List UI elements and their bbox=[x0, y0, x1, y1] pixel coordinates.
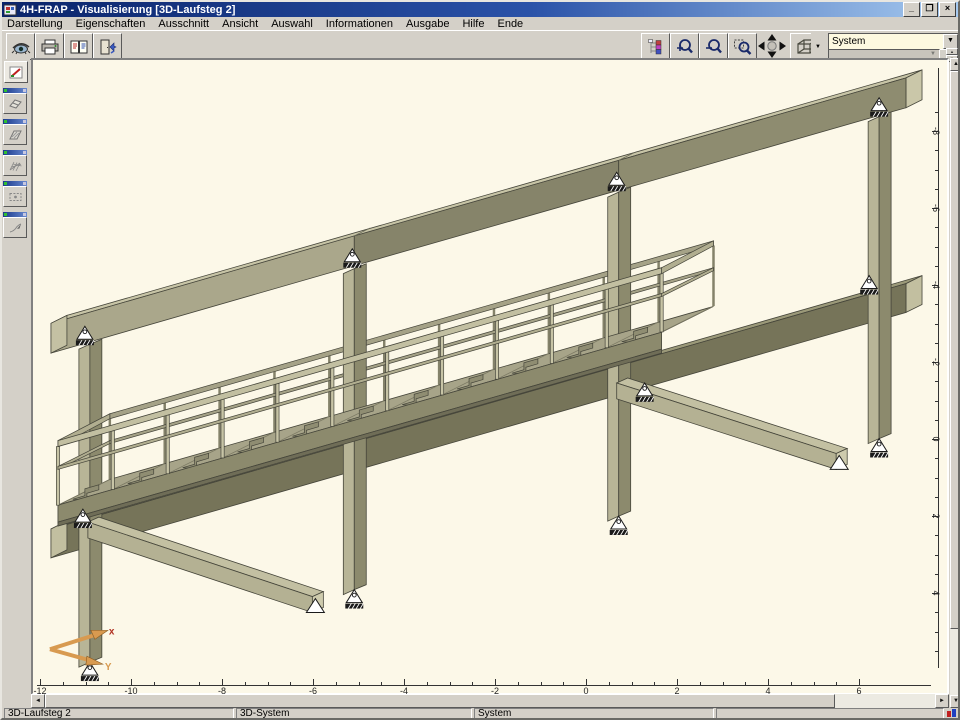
app-icon bbox=[4, 4, 17, 16]
scroll-down-icon[interactable]: ▼ bbox=[950, 695, 960, 708]
panel-caption[interactable] bbox=[3, 181, 27, 186]
sheet-tool-button[interactable] bbox=[3, 93, 27, 114]
menu-bar: Darstellung Eigenschaften Ausschnitt Ans… bbox=[2, 17, 958, 30]
menu-item-ausgabe[interactable]: Ausgabe bbox=[406, 18, 449, 30]
plate-tool-button[interactable] bbox=[3, 124, 27, 145]
toolbar: ▼ System ▼ ▼ ▲ ▼ bbox=[2, 30, 958, 60]
axis-y-label: Y bbox=[105, 662, 112, 673]
book-pages-icon bbox=[69, 39, 89, 55]
sheet-icon bbox=[8, 98, 23, 110]
menu-item-hilfe[interactable]: Hilfe bbox=[462, 18, 484, 30]
title-bar[interactable]: 4H-FRAP - Visualisierung [3D-Laufsteg 2]… bbox=[2, 2, 958, 17]
ruler-right-label: -2 bbox=[931, 358, 941, 366]
ruler-right: -8 -6 -4 -2 0 2 4 bbox=[926, 60, 948, 677]
mesh-icon bbox=[8, 160, 23, 172]
pan-control[interactable] bbox=[756, 33, 788, 58]
edit-pencil-icon bbox=[9, 66, 23, 79]
zoom-window-button[interactable] bbox=[728, 33, 757, 60]
scroll-left-icon[interactable]: ◄ bbox=[31, 694, 45, 708]
close-button[interactable]: × bbox=[939, 2, 956, 17]
tool-sidebar bbox=[2, 59, 30, 704]
minimize-button[interactable]: _ bbox=[903, 2, 920, 17]
panel-caption[interactable] bbox=[3, 212, 27, 217]
panel-caption[interactable] bbox=[3, 119, 27, 124]
mesh-tool-button[interactable] bbox=[3, 155, 27, 176]
ruler-right-label: -8 bbox=[931, 127, 941, 135]
panel-caption[interactable] bbox=[3, 88, 27, 93]
scroll-up-icon[interactable]: ▲ bbox=[950, 58, 960, 71]
menu-item-ansicht[interactable]: Ansicht bbox=[222, 18, 258, 30]
status-field-extra bbox=[716, 708, 944, 719]
status-bar: 3D-Laufsteg 2 3D-System System bbox=[2, 708, 958, 720]
viewport-canvas[interactable]: xY -12-10-8-6-4-20246 -8-6-4-2024 bbox=[31, 58, 949, 695]
spline-tool-button[interactable] bbox=[3, 217, 27, 238]
ruler-right-label: 0 bbox=[931, 436, 941, 441]
brace-right[interactable] bbox=[617, 378, 847, 469]
section-icon bbox=[8, 191, 23, 203]
scroll-right-icon[interactable]: ► bbox=[935, 694, 949, 708]
zoom-out-button[interactable] bbox=[699, 33, 728, 60]
vertical-scroll-thumb[interactable] bbox=[950, 71, 960, 629]
ruler-right-label: -4 bbox=[931, 281, 941, 289]
zoom-window-icon bbox=[733, 38, 752, 56]
display-options-button[interactable] bbox=[641, 33, 670, 60]
status-field-project: 3D-Laufsteg 2 bbox=[4, 708, 234, 719]
zoom-out-icon bbox=[704, 38, 723, 56]
status-field-view: System bbox=[474, 708, 714, 719]
menu-item-ausschnitt[interactable]: Ausschnitt bbox=[158, 18, 209, 30]
axis-x-label: x bbox=[109, 626, 115, 637]
column-4[interactable] bbox=[868, 112, 891, 444]
horizontal-scrollbar[interactable]: ◄ ► bbox=[31, 694, 949, 708]
ruler-right-label: 2 bbox=[931, 513, 941, 518]
app-indicator-icon bbox=[947, 709, 956, 718]
exit-button[interactable] bbox=[93, 33, 122, 60]
maximize-button[interactable]: ❒ bbox=[921, 2, 938, 17]
spin-up-icon: ▲ bbox=[946, 48, 958, 55]
ruler-right-label: 4 bbox=[931, 590, 941, 595]
menu-item-auswahl[interactable]: Auswahl bbox=[271, 18, 313, 30]
view-3d-dropdown[interactable]: ▼ bbox=[811, 33, 825, 60]
window-title: 4H-FRAP - Visualisierung [3D-Laufsteg 2] bbox=[20, 4, 235, 16]
status-field-mode: 3D-System bbox=[236, 708, 472, 719]
panel-caption[interactable] bbox=[3, 150, 27, 155]
zoom-in-icon bbox=[675, 38, 694, 56]
brace-left[interactable] bbox=[88, 517, 323, 612]
print-button[interactable] bbox=[35, 33, 64, 60]
menu-item-ende[interactable]: Ende bbox=[497, 18, 523, 30]
view-settings-button[interactable] bbox=[6, 33, 35, 60]
3d-structure-view[interactable]: xY bbox=[33, 60, 936, 691]
display-options-tree-icon bbox=[647, 38, 665, 56]
system-combobox[interactable]: System ▼ bbox=[828, 33, 959, 50]
printer-icon bbox=[40, 39, 60, 55]
zoom-in-button[interactable] bbox=[670, 33, 699, 60]
report-button[interactable] bbox=[64, 33, 93, 60]
chevron-down-icon: ▼ bbox=[815, 44, 821, 50]
ruler-bottom: -12-10-8-6-4-20246 bbox=[33, 678, 936, 694]
plate-hatch-icon bbox=[8, 129, 23, 141]
edit-tool-button[interactable] bbox=[4, 61, 28, 83]
ruler-right-label: -6 bbox=[931, 204, 941, 212]
horizontal-scroll-thumb[interactable] bbox=[45, 694, 835, 708]
system-combobox-value: System bbox=[829, 36, 943, 47]
pan-arrows-icon bbox=[757, 33, 787, 59]
menu-item-darstellung[interactable]: Darstellung bbox=[7, 18, 63, 30]
app-window: 4H-FRAP - Visualisierung [3D-Laufsteg 2]… bbox=[0, 0, 960, 720]
vertical-scrollbar[interactable]: ▲ ▼ bbox=[950, 58, 960, 708]
eye-view-icon bbox=[11, 39, 31, 55]
chevron-down-icon[interactable]: ▼ bbox=[943, 34, 958, 49]
spline-pen-icon bbox=[8, 222, 23, 234]
menu-item-informationen[interactable]: Informationen bbox=[326, 18, 393, 30]
section-tool-button[interactable] bbox=[3, 186, 27, 207]
exit-door-icon bbox=[98, 39, 118, 55]
menu-item-eigenschaften[interactable]: Eigenschaften bbox=[76, 18, 146, 30]
